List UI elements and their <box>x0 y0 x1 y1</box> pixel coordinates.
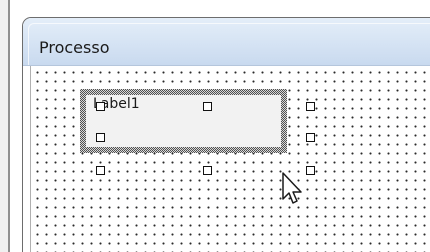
resize-handle-top-left[interactable] <box>96 102 105 111</box>
resize-handle-middle-left[interactable] <box>96 133 105 142</box>
resize-handle-bottom-middle[interactable] <box>203 166 212 175</box>
resize-handle-top-middle[interactable] <box>203 102 212 111</box>
resize-handle-top-right[interactable] <box>306 102 315 111</box>
resize-handle-bottom-left[interactable] <box>96 166 105 175</box>
userform-titlebar[interactable]: Processo <box>23 18 430 66</box>
vba-editor-designer: Processo Label1 <box>0 0 430 252</box>
left-pane-edge <box>0 0 10 252</box>
resize-handle-bottom-right[interactable] <box>306 166 315 175</box>
resize-handle-middle-right[interactable] <box>306 133 315 142</box>
label-control-selected[interactable]: Label1 <box>80 89 287 153</box>
arrow-cursor-icon <box>282 172 302 204</box>
userform-title: Processo <box>39 38 110 57</box>
